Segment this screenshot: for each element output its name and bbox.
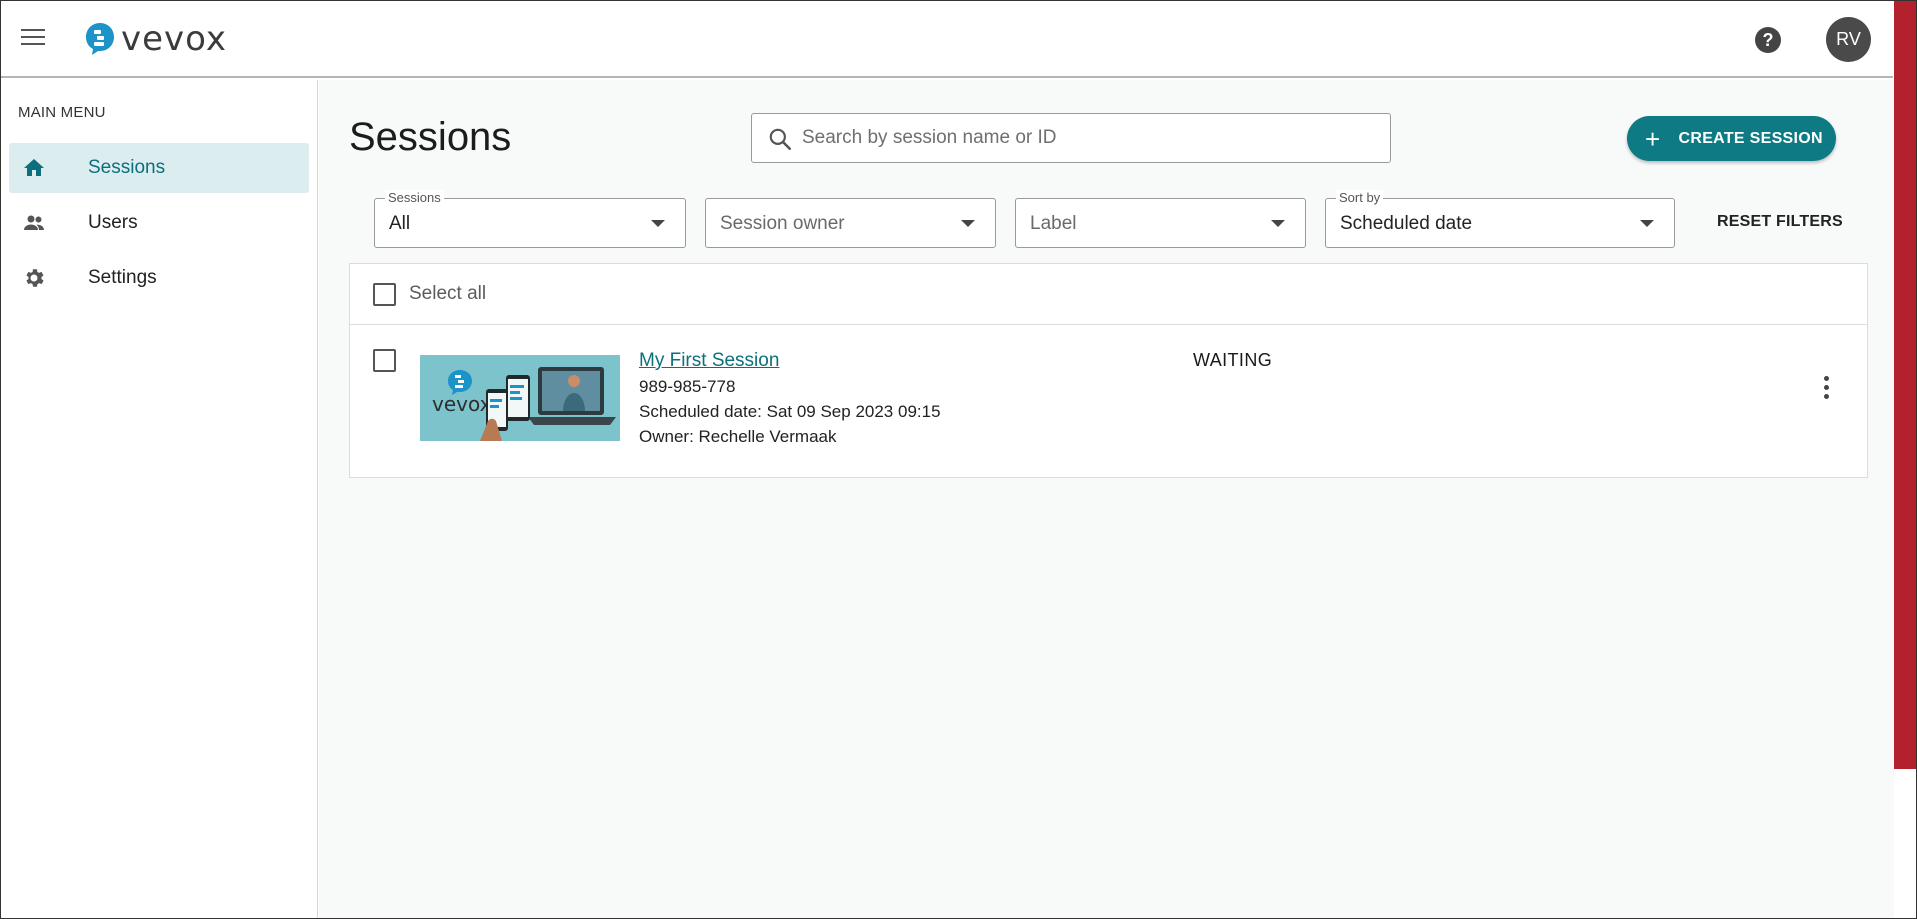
hamburger-menu-icon[interactable] (21, 29, 45, 47)
filter-label: Sessions (385, 190, 444, 206)
plus-icon: + (1645, 123, 1661, 154)
filter-value: Scheduled date (1340, 213, 1473, 234)
top-bar: vevox ? RV (1, 1, 1893, 78)
logo-text: vevox (121, 19, 228, 59)
sidebar-item-label: Sessions (88, 157, 166, 178)
row-checkbox[interactable] (373, 349, 396, 372)
status-badge: WAITING (1193, 350, 1273, 370)
gear-icon (26, 269, 44, 287)
home-icon (24, 159, 44, 176)
caret-down-icon (1640, 220, 1654, 227)
main-content: Sessions + CREATE SESSION Sessions All S… (319, 80, 1894, 918)
filter-value: Label (1030, 213, 1077, 234)
session-name-link[interactable]: My First Session (639, 350, 779, 372)
sidebar-item-sessions[interactable]: Sessions (9, 143, 309, 193)
filter-value: All (389, 213, 411, 234)
session-list: Select all vevox My First Session 989-98… (349, 263, 1868, 478)
list-header: Select all (350, 264, 1867, 325)
session-owner: Owner: Rechelle Vermaak (639, 427, 837, 446)
select-all-checkbox[interactable] (373, 283, 396, 306)
vevox-logo-icon (86, 23, 114, 55)
select-all-label[interactable]: Select all (409, 283, 486, 305)
session-owner-select[interactable]: Session owner (705, 198, 996, 248)
scrollbar[interactable] (1894, 1, 1916, 918)
filter-label: Sort by (1336, 190, 1384, 206)
page-title: Sessions (349, 115, 512, 159)
sidebar-item-settings[interactable]: Settings (9, 253, 309, 303)
list-item: vevox My First Session 989-985-778 Sched… (350, 326, 1867, 478)
scrollbar-thumb[interactable] (1894, 1, 1916, 769)
help-icon[interactable]: ? (1755, 27, 1781, 53)
caret-down-icon (961, 220, 975, 227)
search-icon (769, 128, 792, 151)
sidebar: MAIN MENU Sessions Users Settings (1, 80, 318, 918)
create-session-button[interactable]: + CREATE SESSION (1627, 116, 1836, 161)
caret-down-icon (651, 220, 665, 227)
session-id: 989-985-778 (639, 377, 736, 396)
create-session-label: CREATE SESSION (1678, 129, 1823, 147)
more-options-icon[interactable] (1818, 376, 1834, 402)
session-thumbnail[interactable]: vevox (420, 355, 620, 441)
scheduled-date: Scheduled date: Sat 09 Sep 2023 09:15 (639, 402, 941, 421)
avatar[interactable]: RV (1826, 17, 1871, 62)
search-box[interactable] (751, 113, 1391, 163)
thumbnail-image: vevox (420, 355, 620, 441)
caret-down-icon (1271, 220, 1285, 227)
thumbnail-logo-text: vevox (432, 392, 492, 416)
sidebar-item-label: Users (88, 212, 138, 233)
label-select[interactable]: Label (1015, 198, 1306, 248)
filter-value: Session owner (720, 213, 845, 234)
vevox-logo[interactable]: vevox (85, 21, 227, 57)
search-input[interactable] (802, 114, 1382, 162)
sessions-filter-select[interactable]: Sessions All (374, 190, 686, 248)
sidebar-item-label: Settings (88, 267, 157, 288)
reset-filters-button[interactable]: RESET FILTERS (1717, 213, 1843, 231)
sidebar-item-users[interactable]: Users (9, 198, 309, 248)
sort-by-select[interactable]: Sort by Scheduled date (1325, 190, 1675, 248)
main-menu-title: MAIN MENU (18, 104, 106, 121)
users-icon (24, 215, 44, 230)
